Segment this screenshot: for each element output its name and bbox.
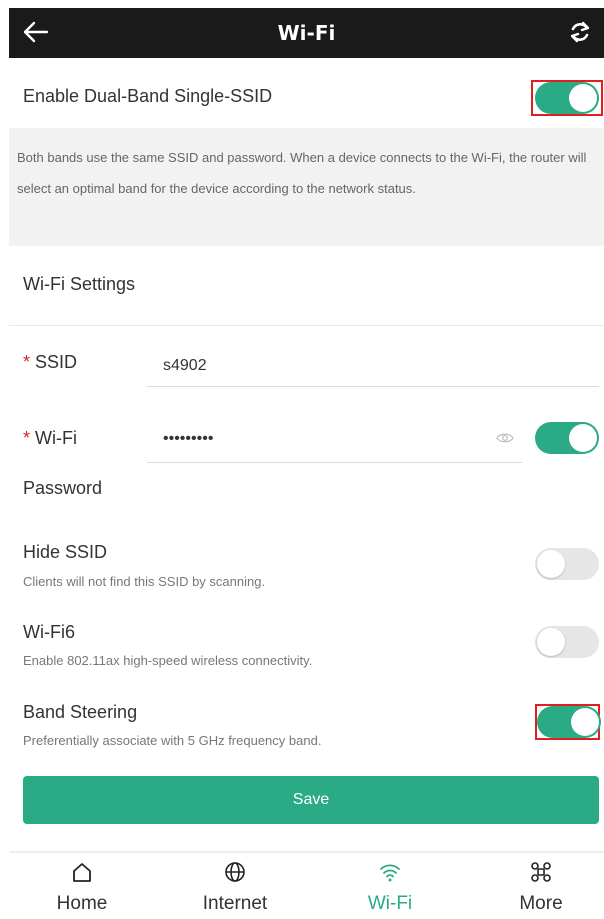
tab-home[interactable]: Home <box>22 861 142 915</box>
band-steering-label: Band Steering <box>23 702 138 722</box>
tab-more[interactable]: More <box>481 861 601 915</box>
refresh-icon[interactable] <box>568 20 592 44</box>
ssid-input[interactable]: s4902 <box>147 350 599 387</box>
ssid-label-text: SSID <box>35 352 78 372</box>
hide-ssid-toggle[interactable] <box>535 548 599 580</box>
ssid-value: s4902 <box>163 357 207 374</box>
wifi6-description: Enable 802.11ax high-speed wireless conn… <box>23 653 313 668</box>
ssid-label: * SSID <box>23 352 77 373</box>
top-bar: Wi-Fi <box>9 8 604 58</box>
tab-label: More <box>519 893 563 914</box>
tab-label: Wi-Fi <box>367 893 413 914</box>
dual-band-label: Enable Dual-Band Single-SSID <box>23 86 273 106</box>
tab-label: Internet <box>202 893 268 914</box>
tab-label: Home <box>56 893 108 914</box>
hide-ssid-label: Hide SSID <box>23 542 108 562</box>
password-label: * Wi-Fi <box>23 428 77 449</box>
tab-internet[interactable]: Internet <box>175 861 295 915</box>
divider <box>9 325 604 326</box>
password-value: ••••••••• <box>163 430 214 447</box>
dual-band-description: Both bands use the same SSID and passwor… <box>9 128 604 246</box>
password-label-line1: Wi-Fi <box>35 428 78 448</box>
wifi-settings-heading: Wi-Fi Settings <box>23 274 136 294</box>
password-label-line2: Password <box>23 478 103 498</box>
required-mark: * <box>23 352 31 372</box>
globe-icon <box>225 862 245 882</box>
page-title: Wi-Fi <box>277 21 336 45</box>
wifi6-label: Wi-Fi6 <box>23 622 75 642</box>
save-button[interactable]: Save <box>23 776 599 824</box>
home-icon <box>73 863 91 882</box>
wifi6-toggle[interactable] <box>535 626 599 658</box>
hide-ssid-description: Clients will not find this SSID by scann… <box>23 574 266 589</box>
password-toggle[interactable] <box>535 422 599 454</box>
command-icon <box>531 862 551 882</box>
required-mark: * <box>23 428 31 448</box>
band-steering-toggle[interactable] <box>537 706 601 738</box>
bottom-tab-bar: Home Internet Wi-Fi More <box>0 853 604 919</box>
eye-icon[interactable] <box>496 432 514 444</box>
tab-wifi[interactable]: Wi-Fi <box>330 861 450 915</box>
band-steering-description: Preferentially associate with 5 GHz freq… <box>23 733 322 748</box>
dual-band-toggle[interactable] <box>535 82 599 114</box>
password-input[interactable]: ••••••••• <box>147 420 522 463</box>
wifi-icon <box>380 864 400 882</box>
